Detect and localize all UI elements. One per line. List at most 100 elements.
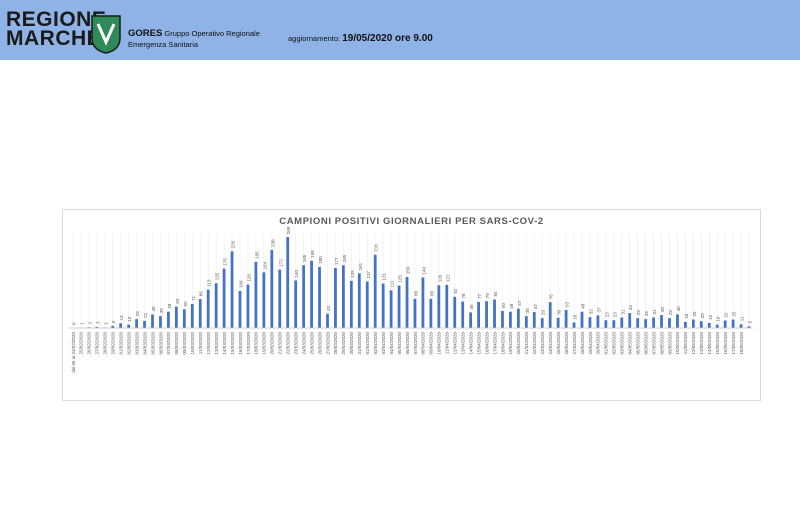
data-label: 137 [366,271,371,279]
x-tick-label: 03/04/2020 [381,332,386,355]
data-label: 1 [103,322,108,325]
x-tick-label: 24/03/2020 [301,332,306,355]
x-tick-label: 06/03/2020 [158,332,163,355]
bar [604,320,608,328]
data-label: 46 [469,304,474,310]
x-tick-label: 25/04/2020 [556,332,561,355]
x-tick-label: 08/04/2020 [421,332,426,355]
data-label: 6 [111,320,116,323]
bar [286,237,290,328]
data-label: 29 [636,310,641,316]
bar [715,324,719,328]
bar [501,311,504,328]
x-tick-label: 09/05/2020 [667,332,672,355]
bar [652,317,655,328]
bar [270,249,274,328]
x-tick-label: 04/03/2020 [142,332,147,355]
x-tick-label: dal 06 al 24/02/2020 [71,332,76,373]
data-label: 77 [477,293,482,299]
bar [691,319,695,328]
data-label: 139 [350,270,355,278]
data-label: 85 [199,291,204,297]
bar [453,296,457,328]
bar [119,323,123,328]
data-label: 38 [660,307,665,313]
data-label: 126 [437,274,442,282]
data-label: 42 [326,305,331,311]
bar [580,311,584,328]
bar [707,322,711,328]
bar [636,318,640,328]
x-tick-label: 28/03/2020 [333,332,338,355]
data-label: 20 [700,313,705,319]
bar [334,267,337,328]
bar [310,260,313,328]
data-label: 113 [207,279,212,287]
x-tick-label: 21/04/2020 [524,332,529,355]
data-label: 84 [493,291,498,297]
x-tick-label: 27/03/2020 [325,332,330,355]
data-label: 10 [716,316,721,322]
x-tick-label: 30/04/2020 [596,332,601,355]
data-label: 164 [262,261,267,269]
bar [477,301,480,328]
bar [151,314,154,328]
data-label: 23 [612,312,617,318]
data-label: 18 [684,313,689,319]
data-label: 37 [596,307,601,313]
x-tick-label: 12/03/2020 [206,332,211,355]
bar [524,316,528,328]
bar [596,315,600,328]
x-tick-label: 13/03/2020 [214,332,219,355]
x-tick-label: 10/05/2020 [675,332,680,355]
data-label: 125 [398,275,403,283]
data-label: 175 [223,258,228,266]
data-label: 48 [509,303,514,309]
data-label: 35 [159,308,164,314]
data-label: 109 [239,280,244,288]
bar [238,291,242,328]
bar [461,301,465,328]
bar [167,311,170,328]
x-tick-label: 15/05/2020 [715,332,720,355]
data-label: 127 [445,274,450,282]
x-tick-label: 23/04/2020 [540,332,545,355]
data-label: 132 [215,272,220,280]
x-tick-label: 25/02/2020 [79,332,84,355]
x-tick-label: 26/04/2020 [564,332,569,355]
x-tick-label: 01/05/2020 [604,332,609,355]
x-tick-label: 15/03/2020 [230,332,235,355]
region-emblem-icon [91,15,121,54]
org-line-1: Gruppo Operativo Regionale [164,29,260,38]
bar [676,314,679,328]
bar [198,299,202,328]
bar [493,299,496,328]
header-band: REGIONE MARCHE GORES Gruppo Operativo Re… [0,0,800,60]
x-tick-label: 16/04/2020 [484,332,489,355]
data-label: 53 [565,302,570,308]
bar [684,321,687,328]
data-label: 268 [286,226,291,234]
x-tick-label: 27/04/2020 [572,332,577,355]
x-tick-label: 20/04/2020 [516,332,521,355]
bar [628,313,632,328]
bar [159,316,162,328]
bar [365,281,369,328]
data-label: 16 [573,314,578,320]
bar [668,318,671,328]
data-label: 48 [581,303,586,309]
x-tick-label: 12/04/2020 [453,332,458,355]
data-label: 31 [652,309,657,315]
bar [278,269,282,328]
bar [731,319,735,328]
bar [190,303,194,328]
data-label: 25 [732,311,737,317]
bar [174,306,178,328]
x-tick-label: 12/05/2020 [691,332,696,355]
x-tick-label: 04/04/2020 [389,332,394,355]
data-label: 23 [604,312,609,318]
bar [620,317,624,328]
data-label: 86 [413,290,418,296]
bar [294,280,298,328]
data-label: 216 [374,244,379,252]
